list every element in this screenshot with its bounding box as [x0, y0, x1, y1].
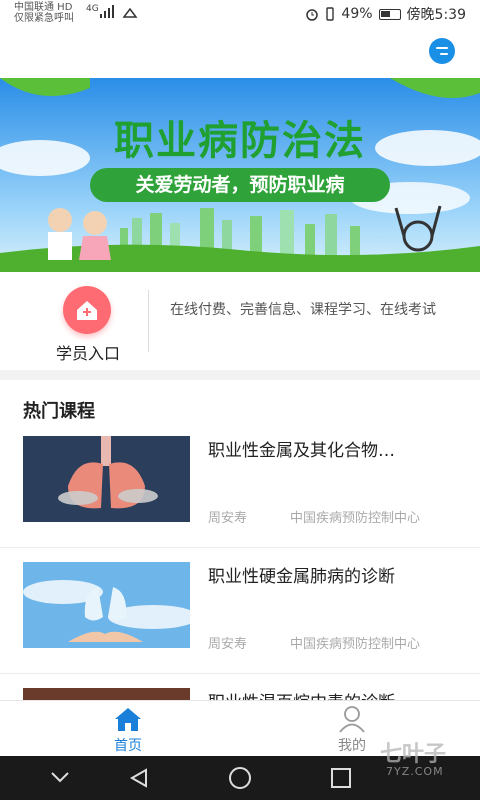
banner-title: 职业病防治法 [114, 118, 366, 164]
status-bar: 中国联通 HD 仅限紧急呼叫 4G 49% 傍晚5:39 [0, 0, 480, 26]
house-plus-icon [77, 301, 97, 320]
home-nav-icon[interactable] [229, 767, 251, 789]
watermark-domain: 7YZ.COM [386, 765, 444, 778]
section-title-hot-courses: 热门课程 [23, 401, 95, 422]
student-entry-button[interactable] [63, 286, 111, 334]
top-bar [0, 26, 480, 78]
carrier-info: 中国联通 HD 仅限紧急呼叫 [14, 2, 74, 24]
tab-home-label: 首页 [114, 738, 142, 754]
course-item[interactable]: 职业性硬金属肺病的诊断 周安寿 中国疾病预防控制中心 [0, 548, 480, 674]
banner-subtitle: 关爱劳动者，预防职业病 [90, 168, 390, 202]
signal-icon [100, 5, 138, 18]
course-author: 周安寿 [208, 511, 248, 526]
recents-icon[interactable] [331, 768, 351, 788]
course-author: 周安寿 [208, 637, 248, 652]
carrier-name: 中国联通 HD [14, 2, 73, 13]
student-entry-label[interactable]: 学员入口 [40, 340, 136, 364]
course-organization: 中国疾病预防控制中心 [290, 637, 421, 652]
collapse-icon[interactable] [51, 772, 69, 783]
course-organization: 中国疾病预防控制中心 [290, 511, 421, 526]
vibrate-icon [326, 7, 335, 21]
alarm-icon [306, 9, 319, 21]
banner[interactable]: 职业病防治法 关爱劳动者，预防职业病 [0, 78, 480, 272]
network-type: 4G [86, 4, 99, 14]
course-thumbnail [23, 562, 190, 648]
message-icon [436, 47, 448, 49]
battery-icon [378, 8, 401, 20]
home-icon [115, 708, 141, 731]
watermark-logo: 七叶子 [380, 742, 447, 767]
entry-description: 在线付费、完善信息、课程学习、在线考试 [170, 302, 436, 318]
section-gap [0, 370, 480, 380]
course-thumbnail [23, 436, 190, 522]
divider [148, 290, 149, 352]
emergency-only: 仅限紧急呼叫 [14, 13, 74, 24]
tab-home[interactable]: 首页 [68, 701, 188, 757]
course-title: 职业性金属及其化合物… [208, 441, 395, 461]
course-title: 职业性硬金属肺病的诊断 [208, 567, 395, 587]
clock: 傍晚5:39 [406, 7, 466, 23]
back-icon[interactable] [129, 768, 147, 788]
course-item[interactable]: 职业性金属及其化合物… 周安寿 中国疾病预防控制中心 [0, 422, 480, 548]
battery-percent: 49% [341, 6, 373, 22]
student-entry-section: 学员入口 在线付费、完善信息、课程学习、在线考试 [0, 272, 480, 370]
user-icon [339, 706, 365, 733]
message-button[interactable] [429, 38, 455, 64]
